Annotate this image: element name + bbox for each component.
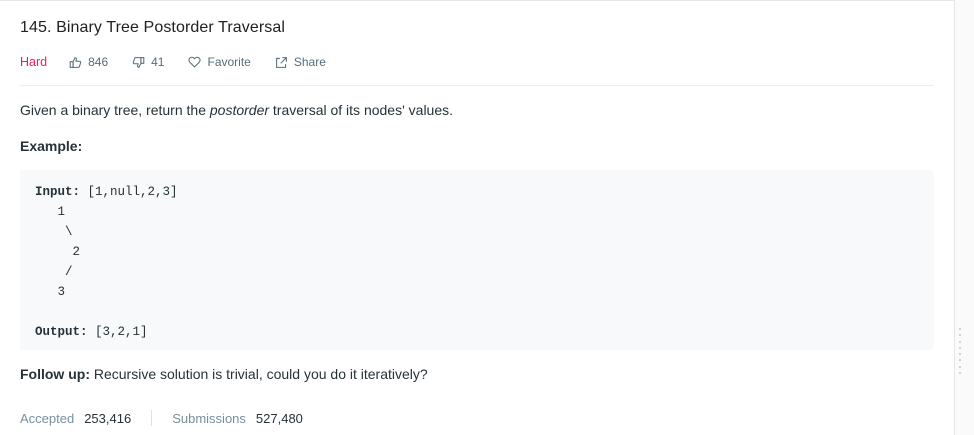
input-label: Input: — [35, 185, 81, 199]
input-value: [1,null,2,3] — [80, 185, 178, 199]
accepted-value: 253,416 — [84, 410, 132, 426]
header-divider — [20, 85, 934, 86]
problem-meta-row: Hard 846 41 Favorite Share — [20, 54, 350, 70]
favorite-label: Favorite — [207, 55, 251, 69]
stats-divider — [151, 410, 153, 426]
problem-description: Given a binary tree, return the postorde… — [20, 102, 453, 118]
example-heading: Example: — [20, 138, 83, 154]
description-text-after: traversal of its nodes' values. — [269, 102, 454, 118]
share-button[interactable]: Share — [275, 55, 326, 69]
share-label: Share — [293, 55, 326, 69]
problem-title: 145. Binary Tree Postorder Traversal — [20, 19, 286, 36]
problem-page: 145. Binary Tree Postorder Traversal Har… — [0, 0, 974, 435]
follow-up-text: Follow up: Recursive solution is trivial… — [20, 366, 428, 382]
tree-line-4: / — [35, 265, 73, 279]
accepted-label: Accepted — [20, 410, 75, 426]
like-count: 846 — [88, 55, 109, 69]
follow-up-label: Follow up: — [20, 366, 90, 382]
dislike-count: 41 — [151, 55, 165, 69]
output-label: Output: — [35, 325, 88, 339]
submissions-value: 527,480 — [255, 410, 303, 426]
dislike-button[interactable]: 41 — [132, 55, 164, 69]
example-code-block: Input: [1,null,2,3] 1 \ 2 / 3 Output: [3… — [20, 170, 934, 350]
like-button[interactable]: 846 — [69, 55, 108, 69]
submission-stats: Accepted 253,416 Submissions 527,480 — [20, 410, 303, 426]
example-code: Input: [1,null,2,3] 1 \ 2 / 3 Output: [3… — [35, 182, 178, 342]
difficulty-badge: Hard — [20, 55, 48, 69]
favorite-button[interactable]: Favorite — [188, 55, 251, 69]
submissions-label: Submissions — [172, 410, 246, 426]
tree-line-5: 3 — [35, 285, 66, 299]
follow-up-body: Recursive solution is trivial, could you… — [89, 366, 428, 382]
tree-line-2: \ — [35, 225, 73, 239]
thumbs-down-icon — [132, 56, 145, 68]
output-value: [3,2,1] — [87, 325, 148, 339]
top-border — [0, 0, 954, 1]
tree-line-3: 2 — [35, 245, 81, 259]
description-emphasis: postorder — [209, 102, 270, 118]
share-icon — [275, 56, 287, 68]
thumbs-up-icon — [69, 56, 82, 68]
tree-line-1: 1 — [35, 205, 66, 219]
heart-icon — [188, 56, 202, 68]
description-text-before: Given a binary tree, return the — [20, 102, 210, 118]
pane-gutter — [954, 0, 974, 435]
resize-handle[interactable] — [958, 328, 962, 374]
